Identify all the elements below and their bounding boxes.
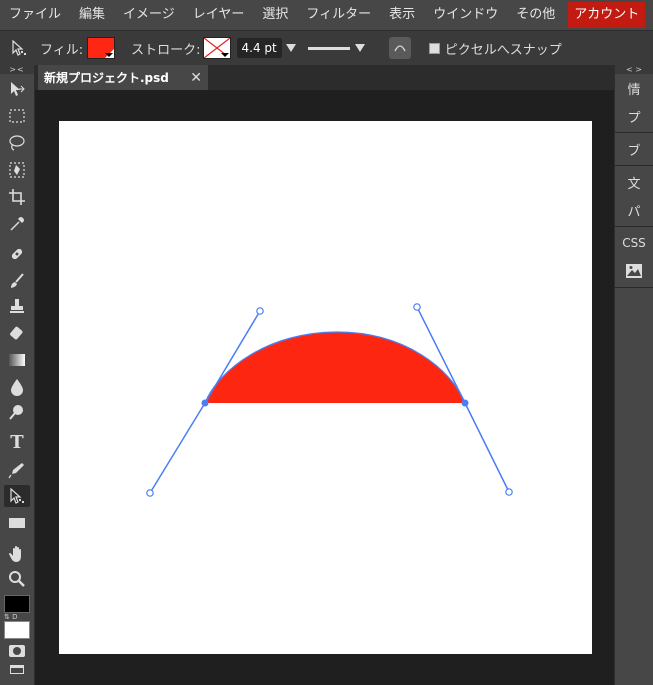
path-options-button[interactable]: [388, 37, 411, 59]
pen-tool-icon[interactable]: [4, 459, 30, 481]
anchor-point-left[interactable]: [201, 399, 209, 407]
direct-select-tool-icon[interactable]: [4, 485, 30, 507]
stroke-style-line-icon: [307, 46, 350, 50]
quick-mask-icon[interactable]: [9, 645, 25, 657]
dodge-tool-icon[interactable]: [4, 401, 30, 423]
fill-color-swatch[interactable]: [87, 37, 116, 59]
workspace: [35, 90, 614, 685]
blur-tool-icon[interactable]: [4, 376, 30, 398]
menu-file[interactable]: ファイル: [0, 0, 70, 30]
snap-to-pixel-checkbox[interactable]: [428, 42, 440, 54]
stroke-style-dropdown-icon: [354, 44, 365, 52]
right-panel: < > 情 プ ブ 文 パ CSS: [614, 65, 653, 685]
menu-select[interactable]: 選択: [253, 0, 297, 30]
stroke-color-swatch[interactable]: [202, 37, 231, 59]
lasso-tool-icon[interactable]: [4, 132, 30, 154]
panel-properties[interactable]: プ: [615, 102, 653, 130]
menu-window[interactable]: ウインドウ: [424, 0, 507, 30]
panel-separator: [615, 132, 653, 133]
menu-image[interactable]: イメージ: [114, 0, 184, 30]
document-tab-name: 新規プロジェクト.psd: [44, 71, 169, 85]
bezier-handle-line-left-lower: [149, 402, 206, 494]
hand-tool-icon[interactable]: [4, 543, 30, 565]
foreground-color-swatch[interactable]: [4, 595, 30, 613]
canvas[interactable]: [59, 121, 592, 654]
red-half-ellipse-shape[interactable]: [205, 332, 465, 403]
swap-colors-icon[interactable]: ⇅ D: [4, 613, 17, 621]
snap-to-pixel-label: ピクセルへスナップ: [444, 42, 562, 58]
menu-view[interactable]: 表示: [380, 0, 424, 30]
panel-character[interactable]: 文: [615, 168, 653, 196]
fill-label: フィル:: [40, 42, 84, 58]
menu-layer[interactable]: レイヤー: [184, 0, 254, 30]
move-tool-icon[interactable]: [4, 78, 30, 100]
type-tool-icon[interactable]: T: [4, 431, 30, 453]
brush-tool-icon[interactable]: [4, 270, 30, 292]
marquee-tool-icon[interactable]: [4, 105, 30, 127]
anchor-point-right[interactable]: [461, 399, 469, 407]
toolbar-collapse-icon[interactable]: ><: [0, 65, 34, 74]
eraser-tool-icon[interactable]: [4, 322, 30, 344]
background-color-swatch[interactable]: [4, 621, 30, 639]
bezier-handle-line-right-lower: [464, 402, 510, 493]
path-options-icon: [394, 45, 406, 52]
panel-separator: [615, 287, 653, 288]
panel-info[interactable]: 情: [615, 74, 653, 102]
panel-separator: [615, 165, 653, 166]
stroke-width-dropdown-icon[interactable]: [285, 44, 296, 52]
menu-bar: ファイル 編集 イメージ レイヤー 選択 フィルター 表示 ウインドウ その他 …: [0, 0, 653, 30]
canvas-drawing[interactable]: [59, 121, 592, 654]
right-panel-collapse-icon[interactable]: < >: [615, 65, 653, 74]
gradient-tool-icon[interactable]: [4, 349, 30, 371]
stroke-style-selector[interactable]: [307, 44, 365, 52]
path-select-tool-icon[interactable]: [10, 39, 32, 57]
eyedropper-tool-icon[interactable]: [4, 213, 30, 235]
menu-edit[interactable]: 編集: [70, 0, 114, 30]
close-tab-icon[interactable]: ✕: [190, 70, 202, 86]
stamp-tool-icon[interactable]: [4, 295, 30, 317]
stroke-label: ストローク:: [131, 42, 201, 58]
options-bar: フィル: ストローク: 4.4 pt ピクセルへスナップ: [0, 30, 653, 65]
handle-point-left-lower[interactable]: [146, 489, 154, 497]
menu-filter[interactable]: フィルター: [297, 0, 380, 30]
handle-point-right-lower[interactable]: [505, 488, 513, 496]
tool-bar: >< T ⇅ D: [0, 65, 35, 685]
healing-tool-icon[interactable]: [4, 243, 30, 265]
panel-brush[interactable]: ブ: [615, 135, 653, 163]
rectangle-tool-icon[interactable]: [4, 512, 30, 534]
screen-mode-icon[interactable]: [10, 665, 24, 674]
document-tab[interactable]: 新規プロジェクト.psd ✕: [38, 65, 208, 90]
panel-css[interactable]: CSS: [615, 229, 653, 257]
quick-select-tool-icon[interactable]: [4, 159, 30, 181]
handle-point-right-upper[interactable]: [413, 303, 421, 311]
panel-image-icon[interactable]: [615, 257, 653, 285]
handle-point-left-upper[interactable]: [256, 307, 264, 315]
zoom-tool-icon[interactable]: [4, 568, 30, 590]
crop-tool-icon[interactable]: [4, 186, 30, 208]
menu-more[interactable]: その他: [507, 0, 564, 30]
stroke-width-field[interactable]: 4.4 pt: [236, 38, 282, 58]
panel-separator: [615, 226, 653, 227]
account-button[interactable]: アカウント: [568, 2, 646, 28]
panel-paragraph[interactable]: パ: [615, 196, 653, 224]
document-tab-bar: 新規プロジェクト.psd ✕: [35, 65, 614, 90]
